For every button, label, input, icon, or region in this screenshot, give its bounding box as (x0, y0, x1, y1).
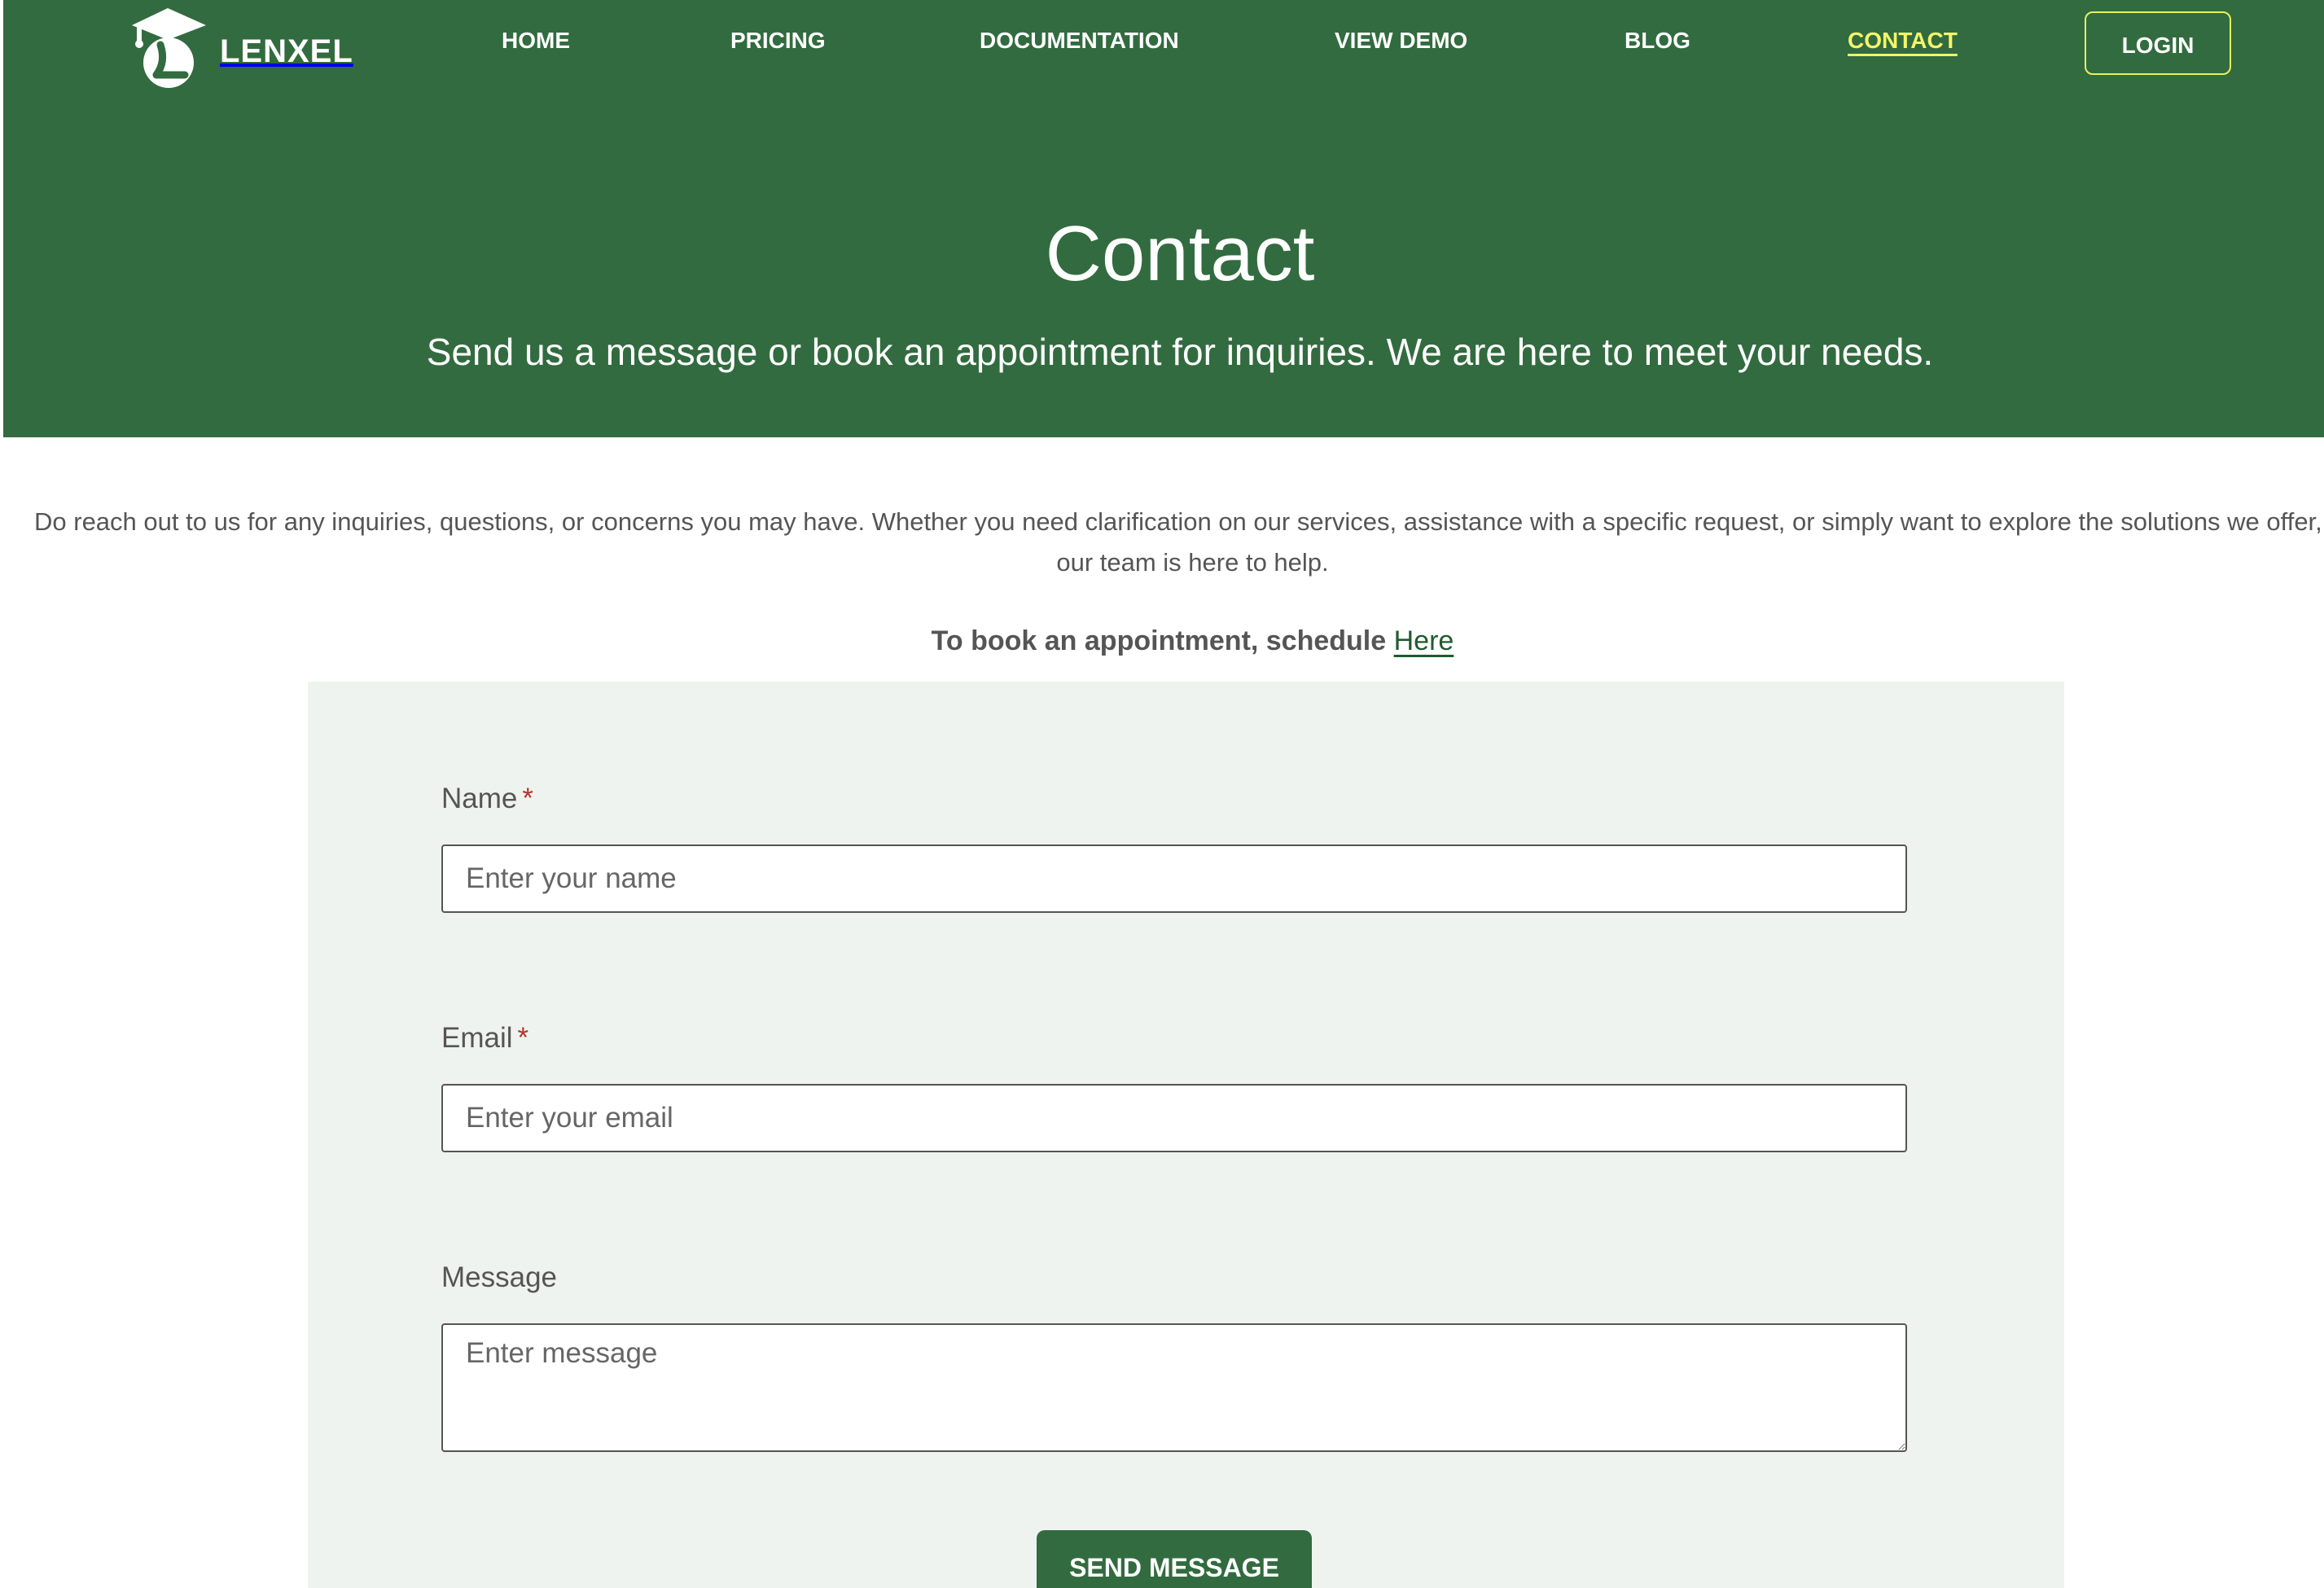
email-required-mark: * (517, 1022, 529, 1054)
message-label: Message (441, 1261, 558, 1293)
nav-contact[interactable]: CONTACT (1848, 24, 1958, 57)
name-required-mark: * (522, 783, 533, 814)
nav-documentation[interactable]: DOCUMENTATION (980, 24, 1179, 57)
nav-view-demo[interactable]: VIEW DEMO (1335, 24, 1467, 57)
email-label: Email * (441, 1018, 528, 1059)
name-input[interactable] (441, 844, 1907, 913)
booking-here-link[interactable]: Here (1394, 625, 1454, 656)
nav-pricing[interactable]: PRICING (730, 24, 826, 57)
contact-page: LENXEL HOME PRICING DOCUMENTATION VIEW D… (0, 0, 2324, 1588)
contact-intro-line-1: Do reach out to us for any inquiries, qu… (34, 507, 2322, 536)
send-message-button[interactable]: SEND MESSAGE (1037, 1530, 1312, 1588)
hero-header: LENXEL HOME PRICING DOCUMENTATION VIEW D… (3, 0, 2324, 437)
name-label: Name * (441, 779, 533, 819)
message-textarea[interactable] (441, 1323, 1907, 1452)
graduation-cap-l-icon (132, 8, 206, 88)
email-label-text: Email (441, 1022, 513, 1054)
nav-blog[interactable]: BLOG (1625, 24, 1690, 57)
page-subtitle: Send us a message or book an appointment… (426, 331, 1934, 373)
name-label-text: Name (441, 783, 518, 814)
booking-text: To book an appointment, schedule Here (0, 619, 2324, 663)
booking-prompt: To book an appointment, schedule (931, 625, 1387, 656)
page-title: Contact (1045, 210, 1315, 298)
contact-intro-line-2: our team is here to help. (1056, 548, 1329, 577)
login-button[interactable]: LOGIN (2085, 11, 2231, 75)
nav-home[interactable]: HOME (502, 24, 570, 57)
brand-name: LENXEL (220, 33, 353, 69)
brand-logo-link[interactable]: LENXEL (125, 3, 353, 88)
email-input[interactable] (441, 1084, 1907, 1152)
